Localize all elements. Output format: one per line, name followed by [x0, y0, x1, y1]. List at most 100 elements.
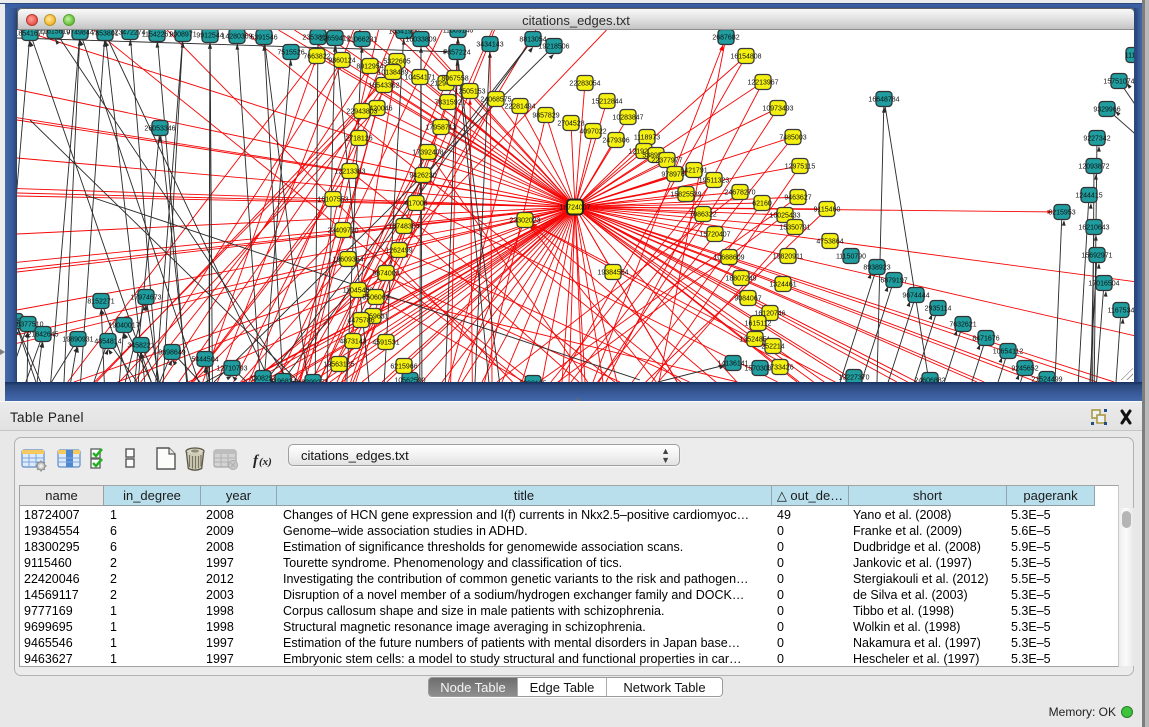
svg-text:26053346: 26053346	[144, 126, 175, 133]
svg-text:24068575: 24068575	[480, 97, 511, 104]
svg-text:22377977: 22377977	[651, 158, 682, 165]
svg-text:7357224: 7357224	[443, 50, 470, 57]
svg-text:19609364: 19609364	[332, 257, 363, 264]
svg-text:8067558: 8067558	[441, 76, 468, 83]
svg-text:8471676: 8471676	[972, 336, 999, 343]
svg-text:15720407: 15720407	[699, 232, 730, 239]
svg-text:19563105: 19563105	[323, 362, 354, 369]
svg-text:5444504: 5444504	[191, 357, 218, 364]
svg-text:1615112: 1615112	[745, 321, 772, 328]
svg-text:15751074: 15751074	[1103, 79, 1134, 86]
svg-text:9008971: 9008971	[169, 32, 196, 39]
svg-text:19890931: 19890931	[62, 337, 93, 344]
svg-text:9084067: 9084067	[734, 296, 761, 303]
svg-text:1262499: 1262499	[385, 248, 412, 255]
svg-text:4591531: 4591531	[372, 340, 399, 347]
svg-text:9227342: 9227342	[1083, 136, 1110, 143]
svg-text:8813054: 8813054	[519, 37, 546, 44]
svg-text:15212844: 15212844	[591, 99, 622, 106]
svg-text:19218506: 19218506	[538, 44, 569, 51]
svg-text:3458221: 3458221	[127, 343, 154, 350]
svg-text:11609146: 11609146	[443, 30, 474, 35]
svg-text:7485003: 7485003	[779, 135, 806, 142]
svg-text:2718126: 2718126	[345, 136, 372, 143]
svg-text:18807249: 18807249	[725, 276, 756, 283]
svg-text:7831592: 7831592	[434, 100, 461, 107]
svg-text:4873143: 4873143	[339, 339, 366, 346]
svg-text:12505153: 12505153	[454, 89, 485, 96]
svg-text:6421791: 6421791	[680, 168, 707, 175]
svg-text:17974673: 17974673	[130, 295, 161, 302]
svg-text:23302023: 23302023	[509, 218, 540, 225]
svg-text:5506062: 5506062	[362, 295, 389, 302]
svg-text:15692971: 15692971	[1081, 253, 1112, 260]
svg-text:16107553: 16107553	[317, 197, 348, 204]
svg-text:5391546: 5391546	[250, 35, 277, 42]
svg-text:11066231: 11066231	[347, 37, 378, 44]
svg-text:16648784: 16648784	[868, 97, 899, 104]
svg-text:21842645: 21842645	[27, 332, 58, 339]
svg-text:1244415: 1244415	[1075, 193, 1102, 200]
svg-text:7632621: 7632621	[949, 322, 976, 329]
svg-text:22281494: 22281494	[504, 104, 535, 111]
svg-text:12213363: 12213363	[334, 169, 365, 176]
svg-text:7986322: 7986322	[689, 212, 716, 219]
svg-text:8215953: 8215953	[1048, 210, 1075, 217]
svg-text:16210643: 16210643	[1078, 225, 1109, 232]
svg-text:14136141: 14136141	[717, 361, 748, 368]
svg-text:4753864: 4753864	[816, 239, 843, 246]
svg-text:4354814: 4354814	[94, 339, 121, 346]
svg-text:17016504: 17016504	[1088, 281, 1119, 288]
svg-text:19820911: 19820911	[773, 254, 804, 261]
svg-text:12975115: 12975115	[785, 164, 816, 171]
svg-text:16154808: 16154808	[730, 54, 761, 61]
svg-text:18748304: 18748304	[388, 224, 419, 231]
svg-text:17958713: 17958713	[425, 125, 456, 132]
svg-text:9749844: 9749844	[66, 30, 93, 37]
svg-text:9245652: 9245652	[1011, 366, 1038, 373]
svg-text:62160: 62160	[752, 201, 772, 208]
svg-text:9860124: 9860124	[328, 58, 355, 65]
svg-text:2479306: 2479306	[602, 138, 629, 145]
svg-text:6879197: 6879197	[880, 278, 907, 285]
svg-text:12213967: 12213967	[747, 80, 778, 87]
svg-text:23409770: 23409770	[327, 228, 358, 235]
svg-text:7663822: 7663822	[303, 54, 330, 61]
svg-text:9857829: 9857829	[532, 113, 559, 120]
svg-text:9426230: 9426230	[409, 173, 436, 180]
svg-text:7515526: 7515526	[277, 50, 304, 57]
svg-text:11542261: 11542261	[142, 32, 173, 39]
svg-text:10654112: 10654112	[993, 349, 1024, 356]
svg-text:17392408: 17392408	[412, 150, 443, 157]
svg-text:10283847: 10283847	[612, 115, 643, 122]
svg-text:15825539: 15825539	[670, 192, 701, 199]
svg-text:9329966: 9329966	[1093, 107, 1120, 114]
svg-text:22943803: 22943803	[346, 109, 377, 116]
svg-text:9912544: 9912544	[196, 33, 223, 40]
svg-text:9463627: 9463627	[784, 195, 811, 202]
svg-text:4097022: 4097022	[579, 129, 606, 136]
svg-text:9898649: 9898649	[158, 350, 185, 357]
svg-text:417006: 417006	[404, 201, 427, 208]
svg-text:24678270: 24678270	[724, 190, 755, 197]
svg-text:1118973: 1118973	[634, 135, 660, 142]
svg-text:14280369: 14280369	[221, 34, 252, 41]
svg-text:1733426: 1733426	[766, 365, 793, 372]
svg-text:8152271: 8152271	[87, 299, 114, 306]
svg-text:4475786: 4475786	[347, 318, 374, 325]
svg-text:19227370: 19227370	[838, 375, 869, 382]
svg-text:8938923: 8938923	[863, 265, 890, 272]
svg-text:19040017: 19040017	[108, 323, 139, 330]
svg-text:16033809: 16033809	[405, 37, 436, 44]
svg-text:(x): (x)	[259, 456, 272, 468]
svg-text:6215966: 6215966	[390, 364, 417, 371]
svg-text:9674444: 9674444	[902, 293, 929, 300]
svg-text:252214: 252214	[761, 344, 784, 351]
svg-text:9115460: 9115460	[814, 207, 841, 214]
svg-text:3434143: 3434143	[476, 42, 503, 49]
svg-text:19384554: 19384554	[597, 270, 628, 277]
svg-text:1324461: 1324461	[769, 282, 796, 289]
svg-text:18724007: 18724007	[559, 205, 590, 212]
svg-text:10688609: 10688609	[713, 255, 744, 262]
svg-text:2687682: 2687682	[712, 35, 739, 42]
